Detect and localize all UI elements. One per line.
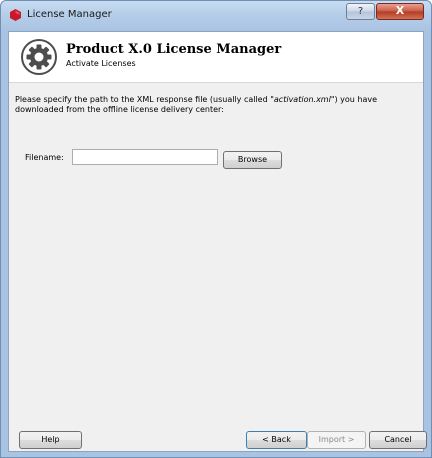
title-bar[interactable]: License Manager ? X [1, 1, 431, 29]
filename-input[interactable] [72, 149, 218, 165]
app-hexagon-icon [10, 9, 21, 21]
dialog-header: Product X.0 License Manager Activate Lic… [9, 32, 423, 83]
gear-icon [21, 39, 57, 75]
back-button[interactable]: < Back [246, 431, 307, 449]
instructions-filename-example: activation.xml [273, 95, 331, 104]
instructions-text-before: Please specify the path to the XML respo… [15, 95, 274, 104]
cancel-button[interactable]: Cancel [369, 431, 427, 449]
filename-label: Filename: [25, 153, 64, 162]
browse-button[interactable]: Browse [223, 151, 282, 169]
license-manager-window: License Manager ? X Product X.0 License … [0, 0, 432, 458]
dialog-subtitle: Activate Licenses [66, 59, 136, 68]
help-button[interactable]: Help [19, 431, 82, 449]
import-button[interactable]: Import > [307, 431, 366, 449]
help-caption-button[interactable]: ? [346, 3, 375, 20]
dialog-body: Product X.0 License Manager Activate Lic… [8, 31, 427, 452]
close-window-button[interactable]: X [376, 3, 424, 20]
window-title: License Manager [27, 9, 112, 20]
instructions-text: Please specify the path to the XML respo… [15, 95, 420, 115]
dialog-title: Product X.0 License Manager [66, 42, 282, 57]
